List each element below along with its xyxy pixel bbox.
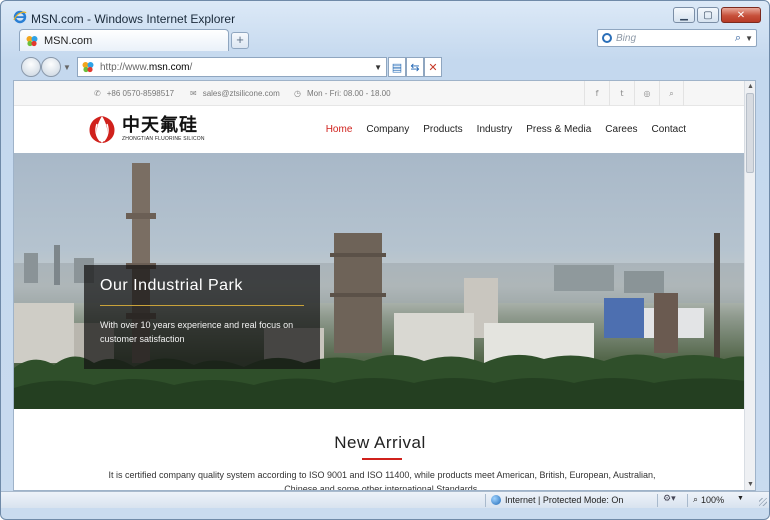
ie-logo-icon <box>13 10 27 24</box>
search-icon[interactable]: ⌕ <box>659 81 684 106</box>
main-nav: Home Company Products Industry Press & M… <box>326 124 686 135</box>
nav-careers[interactable]: Carees <box>605 124 637 135</box>
security-zone[interactable]: Internet | Protected Mode: On <box>491 495 623 505</box>
minimize-button[interactable]: ▁ <box>673 7 695 23</box>
close-button[interactable]: ✕ <box>721 7 761 23</box>
url-suffix: / <box>189 61 193 73</box>
url-domain: msn.com <box>148 61 190 73</box>
caption-divider <box>100 305 304 306</box>
vertical-scrollbar[interactable]: ▲ ▼ <box>744 81 755 490</box>
twitter-icon[interactable]: t <box>609 81 634 106</box>
magnifier-icon[interactable]: ⌕ <box>735 32 741 45</box>
browser-window: MSN.com - Windows Internet Explorer ▁ ▢ … <box>0 0 770 520</box>
zone-text: Internet | Protected Mode: On <box>505 495 624 505</box>
status-separator <box>687 494 688 507</box>
hero-title: Our Industrial Park <box>100 277 243 294</box>
window-controls: ▁ ▢ ✕ <box>673 7 761 23</box>
site-header: 中天氟硅 ZHONGTIAN FLUORINE SILICON Home Com… <box>14 106 746 153</box>
scroll-thumb[interactable] <box>746 93 754 173</box>
hours-text: Mon - Fri: 08.00 - 18.00 <box>306 89 391 98</box>
nav-press-media[interactable]: Press & Media <box>526 124 591 135</box>
scroll-down-icon[interactable]: ▼ <box>746 480 755 489</box>
resize-grip[interactable] <box>759 498 767 506</box>
zoom-control[interactable]: ⌕ 100% <box>693 495 724 505</box>
tab-msn[interactable]: MSN.com <box>19 29 229 51</box>
hero-caption: Our Industrial Park With over 10 years e… <box>84 265 320 369</box>
msn-butterfly-icon <box>82 62 94 73</box>
email-info[interactable]: ✉ sales@ztsilicone.com <box>190 89 280 98</box>
globe-icon <box>491 495 501 505</box>
site-top-bar: ✆ +86 0570-8598517 ✉ sales@ztsilicone.co… <box>14 81 746 106</box>
chevron-down-icon[interactable]: ▼ <box>745 34 753 43</box>
status-bar: Internet | Protected Mode: On ⚙▾ ⌕ 100% … <box>1 491 769 508</box>
facebook-icon[interactable]: f <box>584 81 609 106</box>
logo-text: 中天氟硅 ZHONGTIAN FLUORINE SILICON <box>122 115 205 143</box>
protected-mode-icon[interactable]: ⚙▾ <box>663 494 676 504</box>
url-prefix: http://www. <box>100 61 149 73</box>
search-box[interactable]: Bing ⌕ ▼ <box>597 29 757 47</box>
scroll-up-icon[interactable]: ▲ <box>746 82 755 91</box>
web-page: ✆ +86 0570-8598517 ✉ sales@ztsilicone.co… <box>14 81 746 490</box>
refresh-button[interactable]: ⇆ <box>406 57 424 77</box>
zoom-dropdown-icon[interactable]: ▼ <box>737 495 744 502</box>
nav-industry[interactable]: Industry <box>477 124 513 135</box>
envelope-icon: ✉ <box>190 89 197 98</box>
page-viewport: ✆ +86 0570-8598517 ✉ sales@ztsilicone.co… <box>13 80 756 491</box>
tab-label: MSN.com <box>44 34 93 47</box>
stop-button[interactable]: ✕ <box>424 57 442 77</box>
section-divider <box>362 458 402 460</box>
history-dropdown-icon[interactable]: ▼ <box>63 63 71 72</box>
address-bar[interactable]: http://www.msn.com/ ▼ <box>77 57 387 77</box>
maximize-button[interactable]: ▢ <box>697 7 719 23</box>
phone-icon: ✆ <box>94 89 101 98</box>
site-logo[interactable]: 中天氟硅 ZHONGTIAN FLUORINE SILICON <box>86 114 205 144</box>
email-text[interactable]: sales@ztsilicone.com <box>203 89 280 98</box>
msn-butterfly-icon <box>26 35 38 46</box>
address-row: ▼ http://www.msn.com/ ▼ ▤ ⇆ ✕ <box>1 55 769 79</box>
hours-info: ◷ Mon - Fri: 08.00 - 18.00 <box>294 89 391 98</box>
nav-products[interactable]: Products <box>423 124 462 135</box>
zoom-level: 100% <box>701 495 725 505</box>
logo-english-text: ZHONGTIAN FLUORINE SILICON <box>122 136 205 142</box>
hero-slider[interactable]: Our Industrial Park With over 10 years e… <box>14 153 746 409</box>
address-dropdown-icon[interactable]: ▼ <box>374 63 382 72</box>
window-title: MSN.com - Windows Internet Explorer <box>31 12 236 26</box>
phone-info: ✆ +86 0570-8598517 <box>94 89 174 98</box>
title-bar: MSN.com - Windows Internet Explorer ▁ ▢ … <box>1 1 769 29</box>
dribbble-icon[interactable]: ◎ <box>634 81 659 106</box>
new-arrival-section: New Arrival It is certified company qual… <box>14 409 746 490</box>
zoom-icon: ⌕ <box>693 495 699 505</box>
compatibility-view-button[interactable]: ▤ <box>388 57 406 77</box>
nav-company[interactable]: Company <box>366 124 409 135</box>
new-tab-button[interactable]: + <box>231 32 249 49</box>
forward-button[interactable] <box>41 57 61 77</box>
back-button[interactable] <box>21 57 41 77</box>
section-text: It is certified company quality system a… <box>108 470 656 490</box>
section-title: New Arrival <box>334 433 426 452</box>
logo-mark-icon <box>89 116 115 143</box>
address-url[interactable]: http://www.msn.com/ <box>100 62 368 73</box>
phone-text: +86 0570-8598517 <box>106 89 175 98</box>
status-separator <box>485 494 486 507</box>
logo-chinese-text: 中天氟硅 <box>122 115 198 136</box>
hero-text: With over 10 years experience and real f… <box>100 320 294 344</box>
bing-icon <box>602 33 612 43</box>
nav-contact[interactable]: Contact <box>652 124 686 135</box>
clock-icon: ◷ <box>294 89 301 98</box>
status-separator <box>657 494 658 507</box>
nav-home[interactable]: Home <box>326 124 353 135</box>
search-input[interactable]: Bing <box>616 33 731 44</box>
